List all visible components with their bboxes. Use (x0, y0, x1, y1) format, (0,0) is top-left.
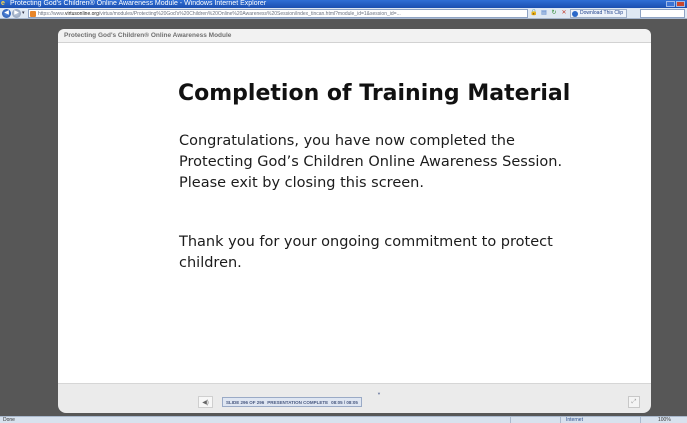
status-divider (510, 417, 511, 423)
slide-counter: SLIDE 296 OF 296 (226, 399, 265, 405)
module-header: Protecting God's Children® Online Awaren… (58, 29, 651, 43)
window-titlebar: e Protecting God's Children® Online Awar… (0, 0, 687, 8)
ie-logo-icon: e (1, 0, 5, 7)
browser-statusbar: Done Internet 100% (0, 416, 687, 423)
url-input[interactable]: https://www.virtusonline.org/virtus/modu… (28, 9, 528, 18)
compat-view-icon[interactable]: ▤ (540, 9, 548, 18)
status-divider (640, 417, 641, 423)
congratulations-paragraph: Congratulations, you have now completed … (179, 133, 563, 191)
download-clip-button[interactable]: Download This Clip (570, 9, 627, 18)
stop-icon[interactable]: ✕ (560, 9, 568, 18)
presentation-status: PRESENTATION COMPLETE (267, 399, 329, 405)
speaker-icon[interactable]: ◀) (198, 396, 213, 408)
fullscreen-icon[interactable]: ⤢ (628, 396, 640, 408)
module-title: Protecting God's Children® Online Awaren… (64, 32, 232, 39)
site-favicon-icon (30, 11, 36, 17)
status-divider (560, 417, 561, 423)
player-control-bar: ◀) ▼ SLIDE 296 OF 296 PRESENTATION COMPL… (58, 383, 651, 413)
download-label: Download This Clip (580, 10, 623, 16)
slide-title: Completion of Training Material (178, 81, 571, 106)
back-arrow-icon[interactable]: ◀ (2, 9, 11, 18)
thank-you-paragraph: Thank you for your ongoing commitment to… (179, 234, 553, 271)
search-input[interactable] (640, 9, 685, 18)
url-path: /virtus/modules/Protecting%20God's%20Chi… (98, 11, 401, 17)
address-icons: 🔒 ▤ ↻ ✕ (530, 9, 568, 18)
security-zone: Internet (566, 417, 583, 423)
download-icon (572, 11, 578, 17)
url-prefix: https://www. (38, 11, 65, 17)
slide-content: Completion of Training Material Congratu… (58, 43, 651, 383)
refresh-icon[interactable]: ↻ (550, 9, 558, 18)
elapsed-time: 08:05 / 08:05 (331, 399, 358, 405)
history-dropdown-icon[interactable]: ▾ (22, 10, 25, 16)
status-text: Done (3, 417, 15, 423)
player-status: SLIDE 296 OF 296 PRESENTATION COMPLETE 0… (222, 397, 362, 407)
forward-arrow-icon[interactable]: ▶ (12, 9, 21, 18)
window-controls (666, 1, 685, 7)
zoom-level[interactable]: 100% (658, 417, 671, 423)
url-host: virtusonline.org (64, 11, 99, 17)
address-toolbar: ◀ ▶ ▾ https://www.virtusonline.org/virtu… (0, 8, 687, 19)
close-button[interactable] (676, 1, 685, 7)
window-title: Protecting God's Children® Online Awaren… (10, 0, 267, 7)
minimize-button[interactable] (666, 1, 675, 7)
progress-marker-icon[interactable]: ▼ (377, 391, 381, 396)
lock-icon[interactable]: 🔒 (530, 9, 538, 18)
